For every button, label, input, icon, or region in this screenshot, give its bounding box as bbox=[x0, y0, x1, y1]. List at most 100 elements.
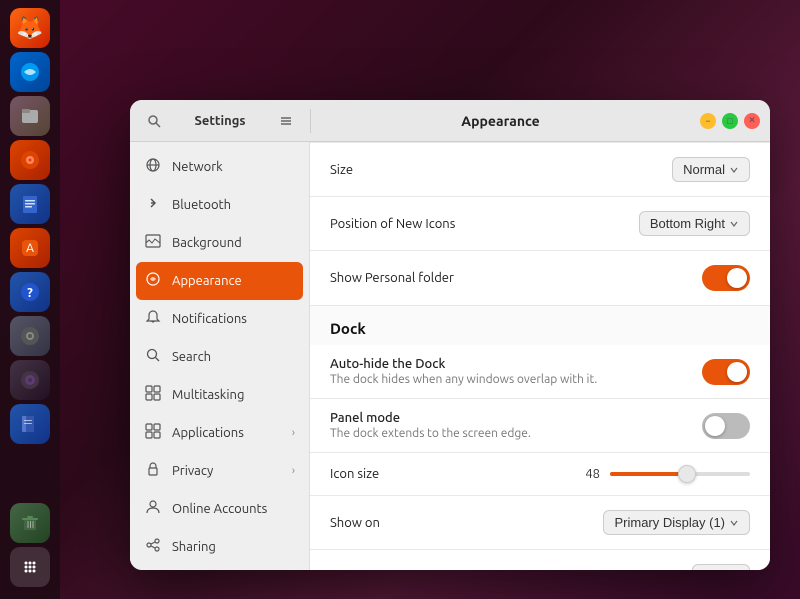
sidebar-label-notifications: Notifications bbox=[172, 312, 295, 326]
bluetooth-icon bbox=[144, 195, 162, 215]
panel-mode-desc: The dock extends to the screen edge. bbox=[330, 427, 531, 440]
taskbar: 🦊 A ? bbox=[0, 0, 60, 599]
show-personal-folder-thumb bbox=[727, 268, 747, 288]
network-icon bbox=[144, 157, 162, 177]
show-on-label: Show on bbox=[330, 516, 380, 530]
appearance-title: Appearance bbox=[311, 113, 690, 129]
position-on-screen-dropdown[interactable]: Left bbox=[692, 564, 750, 570]
sidebar-label-appearance: Appearance bbox=[172, 274, 295, 288]
rhythmbox-icon[interactable] bbox=[10, 140, 50, 180]
dock-section-header: Dock bbox=[310, 306, 770, 345]
panel-mode-row: Panel mode The dock extends to the scree… bbox=[310, 399, 770, 453]
sidebar-item-appearance[interactable]: Appearance bbox=[136, 262, 303, 300]
sidebar-item-search[interactable]: Search bbox=[130, 338, 309, 376]
auto-hide-dock-toggle[interactable] bbox=[702, 359, 750, 385]
title-bar: Settings Appearance − □ ✕ bbox=[130, 100, 770, 142]
search-button[interactable] bbox=[140, 107, 168, 135]
panel-mode-toggle[interactable] bbox=[702, 413, 750, 439]
icon-size-thumb[interactable] bbox=[678, 465, 696, 483]
sidebar-item-sound[interactable]: Sound bbox=[130, 566, 309, 570]
online-accounts-icon bbox=[144, 499, 162, 519]
notifications-icon bbox=[144, 309, 162, 329]
sidebar-label-bluetooth: Bluetooth bbox=[172, 198, 295, 212]
show-personal-folder-row: Show Personal folder bbox=[310, 251, 770, 306]
size-value: Normal bbox=[672, 157, 750, 182]
position-on-screen-value: Left bbox=[692, 564, 750, 570]
settings-body: Network Bluetooth Background Appearance bbox=[130, 142, 770, 570]
minimize-button[interactable]: − bbox=[700, 113, 716, 129]
auto-hide-dock-label: Auto-hide the Dock bbox=[330, 357, 597, 371]
svg-text:A: A bbox=[26, 242, 34, 255]
panel-mode-label: Panel mode bbox=[330, 411, 531, 425]
sidebar-item-background[interactable]: Background bbox=[130, 224, 309, 262]
privacy-icon bbox=[144, 461, 162, 481]
files-icon[interactable] bbox=[10, 96, 50, 136]
size-dropdown[interactable]: Normal bbox=[672, 157, 750, 182]
icon-size-row: Icon size 48 bbox=[310, 453, 770, 496]
firefox-icon[interactable]: 🦊 bbox=[10, 8, 50, 48]
privacy-arrow: › bbox=[292, 465, 295, 477]
sidebar-item-notifications[interactable]: Notifications bbox=[130, 300, 309, 338]
position-new-icons-dropdown[interactable]: Bottom Right bbox=[639, 211, 750, 236]
taskbar-documents-icon[interactable] bbox=[10, 404, 50, 444]
close-button[interactable]: ✕ bbox=[744, 113, 760, 129]
appearance-icon bbox=[144, 271, 162, 291]
thunderbird-icon[interactable] bbox=[10, 52, 50, 92]
sidebar-item-network[interactable]: Network bbox=[130, 148, 309, 186]
position-on-screen-label: Position on screen bbox=[330, 570, 437, 571]
applications-arrow: › bbox=[292, 427, 295, 439]
taskbar-settings-icon[interactable] bbox=[10, 316, 50, 356]
icon-size-label: Icon size bbox=[330, 467, 379, 481]
svg-text:?: ? bbox=[27, 286, 33, 300]
position-on-screen-dropdown-value: Left bbox=[703, 569, 725, 570]
sidebar-item-applications[interactable]: Applications › bbox=[130, 414, 309, 452]
app-grid-icon[interactable] bbox=[10, 547, 50, 587]
sidebar-item-multitasking[interactable]: Multitasking bbox=[130, 376, 309, 414]
show-on-dropdown[interactable]: Primary Display (1) bbox=[603, 510, 750, 535]
icon-size-slider[interactable] bbox=[610, 472, 750, 476]
settings-window: Settings Appearance − □ ✕ bbox=[130, 100, 770, 570]
show-personal-folder-label: Show Personal folder bbox=[330, 271, 454, 285]
sharing-icon bbox=[144, 537, 162, 557]
background-icon bbox=[144, 233, 162, 253]
sidebar-label-search: Search bbox=[172, 350, 295, 364]
sidebar-label-privacy: Privacy bbox=[172, 464, 282, 478]
size-label: Size bbox=[330, 163, 353, 177]
icon-size-slider-container: 48 bbox=[575, 467, 750, 481]
position-new-icons-value: Bottom Right bbox=[639, 211, 750, 236]
appstore-icon[interactable]: A bbox=[10, 228, 50, 268]
show-on-row: Show on Primary Display (1) bbox=[310, 496, 770, 550]
trash-icon[interactable] bbox=[10, 503, 50, 543]
icon-size-fill bbox=[610, 472, 687, 476]
sidebar-label-online-accounts: Online Accounts bbox=[172, 502, 295, 516]
show-on-value: Primary Display (1) bbox=[603, 510, 750, 535]
window-controls: − □ ✕ bbox=[690, 113, 770, 129]
show-on-dropdown-value: Primary Display (1) bbox=[614, 515, 725, 530]
sidebar-item-bluetooth[interactable]: Bluetooth bbox=[130, 186, 309, 224]
show-personal-folder-toggle[interactable] bbox=[702, 265, 750, 291]
sidebar-item-sharing[interactable]: Sharing bbox=[130, 528, 309, 566]
hamburger-button[interactable] bbox=[272, 107, 300, 135]
sidebar-item-privacy[interactable]: Privacy › bbox=[130, 452, 309, 490]
auto-hide-dock-info: Auto-hide the Dock The dock hides when a… bbox=[330, 357, 597, 386]
main-content: Size Normal Position of New Icons Bottom… bbox=[310, 142, 770, 570]
search-icon bbox=[144, 347, 162, 367]
auto-hide-dock-thumb bbox=[727, 362, 747, 382]
sidebar-label-sharing: Sharing bbox=[172, 540, 295, 554]
position-new-icons-row: Position of New Icons Bottom Right bbox=[310, 197, 770, 251]
auto-hide-dock-desc: The dock hides when any windows overlap … bbox=[330, 373, 597, 386]
sidebar-label-applications: Applications bbox=[172, 426, 282, 440]
size-row: Size Normal bbox=[310, 142, 770, 197]
sidebar-label-multitasking: Multitasking bbox=[172, 388, 295, 402]
multitasking-icon bbox=[144, 385, 162, 405]
size-dropdown-value: Normal bbox=[683, 162, 725, 177]
help-icon[interactable]: ? bbox=[10, 272, 50, 312]
writer-icon[interactable] bbox=[10, 184, 50, 224]
optical-icon[interactable] bbox=[10, 360, 50, 400]
position-on-screen-row: Position on screen Left bbox=[310, 550, 770, 570]
sidebar-item-online-accounts[interactable]: Online Accounts bbox=[130, 490, 309, 528]
panel-mode-thumb bbox=[705, 416, 725, 436]
sidebar-label-background: Background bbox=[172, 236, 295, 250]
applications-icon bbox=[144, 423, 162, 443]
maximize-button[interactable]: □ bbox=[722, 113, 738, 129]
